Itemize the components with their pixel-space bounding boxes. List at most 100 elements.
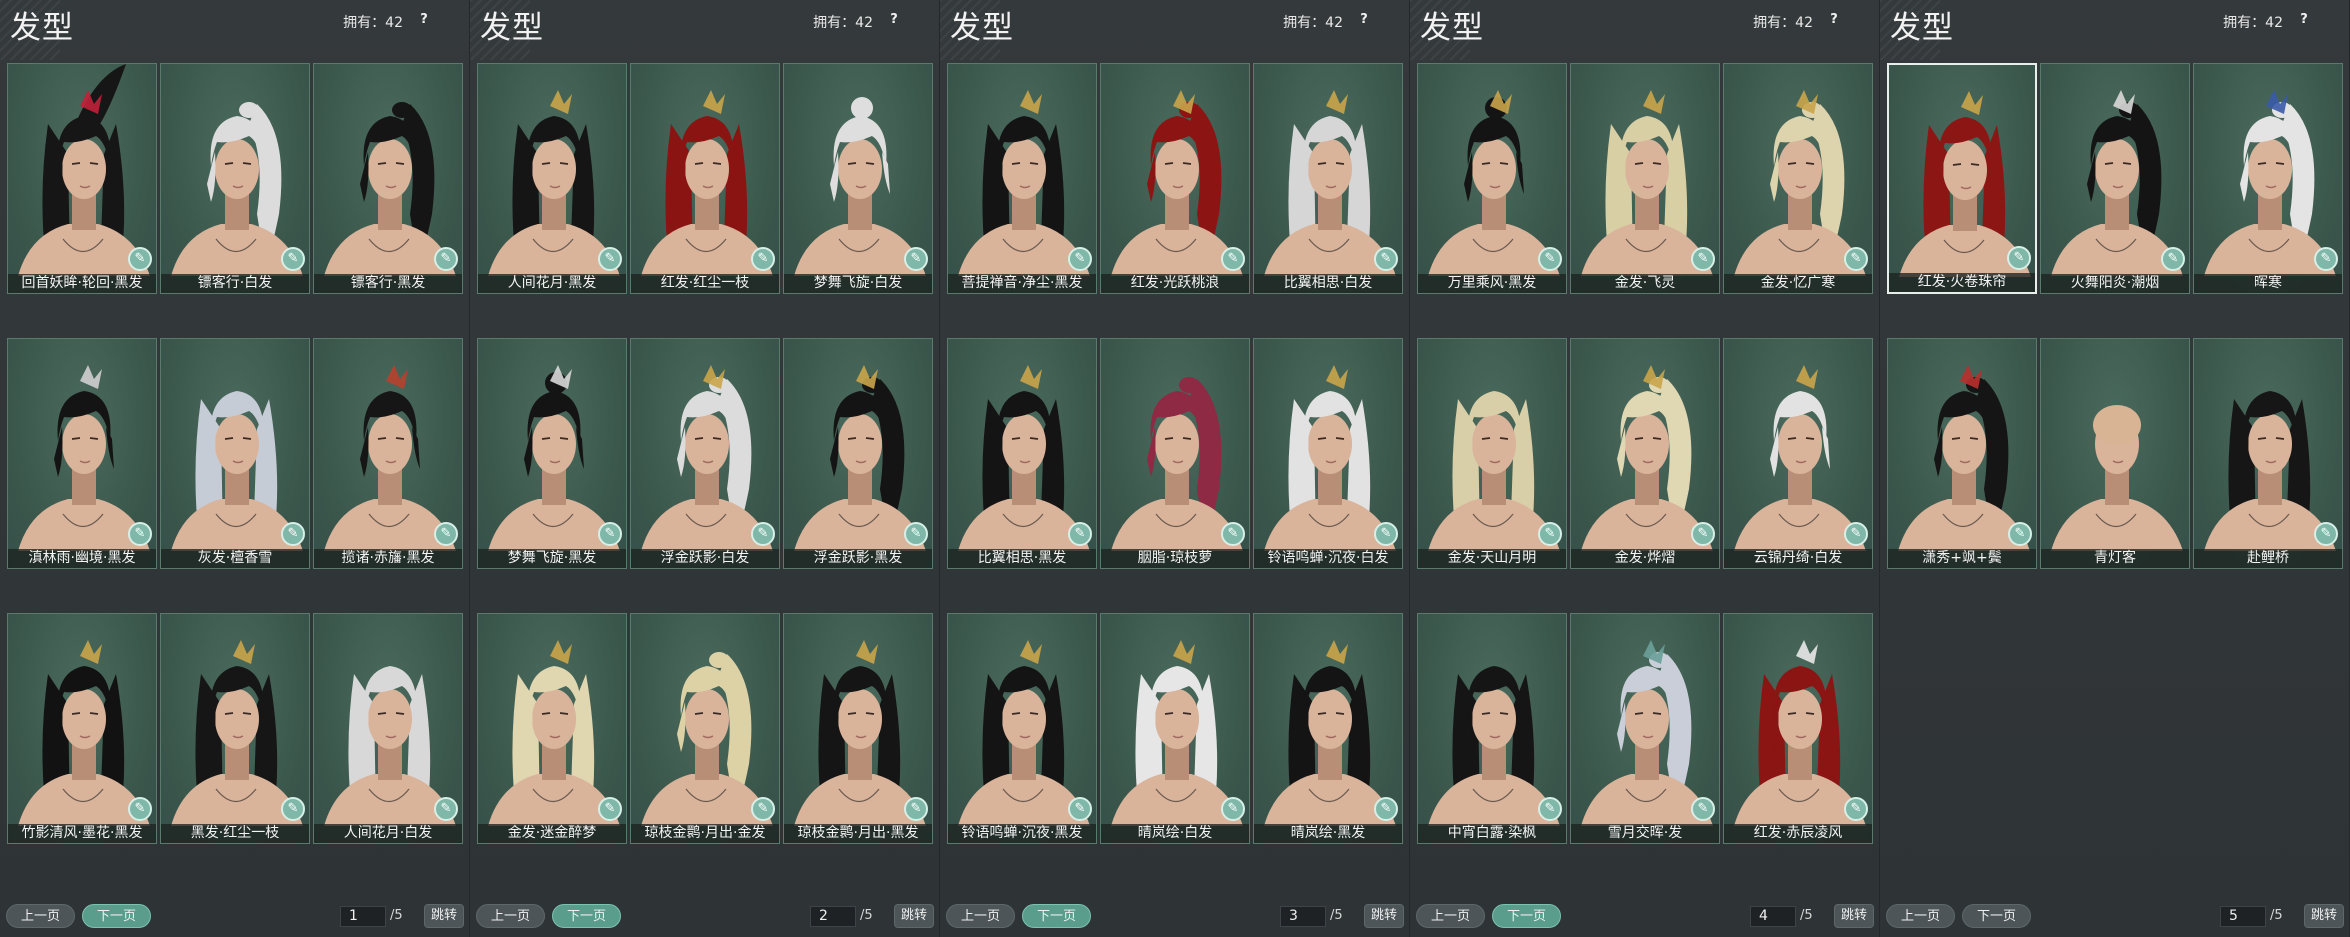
dye-brush-icon[interactable]: ✎ — [2314, 522, 2338, 546]
jump-button[interactable]: 跳转 — [1364, 904, 1404, 928]
dye-brush-icon[interactable]: ✎ — [598, 522, 622, 546]
next-page-button[interactable]: 下一页 — [1022, 904, 1091, 928]
hairstyle-card[interactable]: ✎ 滇林雨·幽境·黑发 — [7, 338, 157, 569]
hairstyle-card[interactable]: ✎ 浮金跃影·白发 — [630, 338, 780, 569]
next-page-button[interactable]: 下一页 — [552, 904, 621, 928]
hairstyle-card[interactable]: ✎ 比翼相思·黑发 — [947, 338, 1097, 569]
prev-page-button[interactable]: 上一页 — [476, 904, 545, 928]
dye-brush-icon[interactable]: ✎ — [1221, 247, 1245, 271]
dye-brush-icon[interactable]: ✎ — [904, 522, 928, 546]
help-icon[interactable]: ? — [415, 11, 433, 29]
hairstyle-card[interactable]: ✎ 灰发·檀香雪 — [160, 338, 310, 569]
hairstyle-card[interactable]: ✎ 红发·火卷珠帘 — [1887, 63, 2037, 294]
hairstyle-card[interactable]: ✎ 胭脂·琼枝萝 — [1100, 338, 1250, 569]
hairstyle-card[interactable]: ✎ 金发·烨熠 — [1570, 338, 1720, 569]
hairstyle-card[interactable]: ✎ 镖客行·白发 — [160, 63, 310, 294]
dye-brush-icon[interactable]: ✎ — [1374, 247, 1398, 271]
dye-brush-icon[interactable]: ✎ — [128, 797, 152, 821]
hairstyle-card[interactable]: ✎ 揽诸·赤旛·黑发 — [313, 338, 463, 569]
hairstyle-card[interactable]: ✎ 镖客行·黑发 — [313, 63, 463, 294]
help-icon[interactable]: ? — [1355, 11, 1373, 29]
dye-brush-icon[interactable]: ✎ — [1068, 522, 1092, 546]
jump-button[interactable]: 跳转 — [2304, 904, 2344, 928]
dye-brush-icon[interactable]: ✎ — [2007, 246, 2031, 270]
jump-button[interactable]: 跳转 — [1834, 904, 1874, 928]
page-number-input[interactable]: 3 — [1280, 906, 1326, 927]
help-icon[interactable]: ? — [1825, 11, 1843, 29]
prev-page-button[interactable]: 上一页 — [1886, 904, 1955, 928]
hairstyle-card[interactable]: ✎ 潇秀+飒+鬓 — [1887, 338, 2037, 569]
dye-brush-icon[interactable]: ✎ — [1221, 797, 1245, 821]
dye-brush-icon[interactable]: ✎ — [1538, 522, 1562, 546]
hairstyle-card[interactable]: ✎ 晴岚绘·黑发 — [1253, 613, 1403, 844]
dye-brush-icon[interactable]: ✎ — [1691, 247, 1715, 271]
dye-brush-icon[interactable]: ✎ — [281, 797, 305, 821]
help-icon[interactable]: ? — [885, 11, 903, 29]
hairstyle-card[interactable]: 青灯客 — [2040, 338, 2190, 569]
hairstyle-card[interactable]: ✎ 火舞阳炎·潮烟 — [2040, 63, 2190, 294]
page-number-input[interactable]: 2 — [810, 906, 856, 927]
hairstyle-card[interactable]: ✎ 金发·忆广寒 — [1723, 63, 1873, 294]
dye-brush-icon[interactable]: ✎ — [1691, 522, 1715, 546]
hairstyle-card[interactable]: ✎ 琼枝金鹮·月出·金发 — [630, 613, 780, 844]
dye-brush-icon[interactable]: ✎ — [434, 522, 458, 546]
dye-brush-icon[interactable]: ✎ — [1374, 797, 1398, 821]
hairstyle-card[interactable]: ✎ 梦舞飞旋·白发 — [783, 63, 933, 294]
jump-button[interactable]: 跳转 — [424, 904, 464, 928]
hairstyle-card[interactable]: ✎ 金发·迷金醉梦 — [477, 613, 627, 844]
dye-brush-icon[interactable]: ✎ — [281, 247, 305, 271]
dye-brush-icon[interactable]: ✎ — [904, 797, 928, 821]
dye-brush-icon[interactable]: ✎ — [1844, 797, 1868, 821]
dye-brush-icon[interactable]: ✎ — [2314, 247, 2338, 271]
hairstyle-card[interactable]: ✎ 雪月交晖·发 — [1570, 613, 1720, 844]
dye-brush-icon[interactable]: ✎ — [1844, 522, 1868, 546]
dye-brush-icon[interactable]: ✎ — [598, 247, 622, 271]
dye-brush-icon[interactable]: ✎ — [128, 247, 152, 271]
hairstyle-card[interactable]: ✎ 菩提禅音·净尘·黑发 — [947, 63, 1097, 294]
page-number-input[interactable]: 5 — [2220, 906, 2266, 927]
next-page-button[interactable]: 下一页 — [82, 904, 151, 928]
next-page-button[interactable]: 下一页 — [1962, 904, 2031, 928]
dye-brush-icon[interactable]: ✎ — [281, 522, 305, 546]
dye-brush-icon[interactable]: ✎ — [751, 797, 775, 821]
next-page-button[interactable]: 下一页 — [1492, 904, 1561, 928]
dye-brush-icon[interactable]: ✎ — [1691, 797, 1715, 821]
hairstyle-card[interactable]: ✎ 梦舞飞旋·黑发 — [477, 338, 627, 569]
jump-button[interactable]: 跳转 — [894, 904, 934, 928]
dye-brush-icon[interactable]: ✎ — [434, 247, 458, 271]
hairstyle-card[interactable]: ✎ 铃语鸣蝉·沉夜·白发 — [1253, 338, 1403, 569]
dye-brush-icon[interactable]: ✎ — [434, 797, 458, 821]
dye-brush-icon[interactable]: ✎ — [598, 797, 622, 821]
prev-page-button[interactable]: 上一页 — [1416, 904, 1485, 928]
hairstyle-card[interactable]: ✎ 铃语鸣蝉·沉夜·黑发 — [947, 613, 1097, 844]
dye-brush-icon[interactable]: ✎ — [2161, 247, 2185, 271]
hairstyle-card[interactable]: ✎ 云锦丹绮·白发 — [1723, 338, 1873, 569]
hairstyle-card[interactable]: ✎ 金发·飞灵 — [1570, 63, 1720, 294]
dye-brush-icon[interactable]: ✎ — [2008, 522, 2032, 546]
dye-brush-icon[interactable]: ✎ — [128, 522, 152, 546]
hairstyle-card[interactable]: ✎ 红发·光跃桃浪 — [1100, 63, 1250, 294]
hairstyle-card[interactable]: ✎ 竹影清风·墨花·黑发 — [7, 613, 157, 844]
hairstyle-card[interactable]: ✎ 比翼相思·白发 — [1253, 63, 1403, 294]
prev-page-button[interactable]: 上一页 — [946, 904, 1015, 928]
prev-page-button[interactable]: 上一页 — [6, 904, 75, 928]
dye-brush-icon[interactable]: ✎ — [751, 247, 775, 271]
dye-brush-icon[interactable]: ✎ — [1221, 522, 1245, 546]
hairstyle-card[interactable]: ✎ 红发·红尘一枝 — [630, 63, 780, 294]
dye-brush-icon[interactable]: ✎ — [1374, 522, 1398, 546]
help-icon[interactable]: ? — [2295, 11, 2313, 29]
hairstyle-card[interactable]: ✎ 中宵白露·染枫 — [1417, 613, 1567, 844]
hairstyle-card[interactable]: ✎ 人间花月·黑发 — [477, 63, 627, 294]
dye-brush-icon[interactable]: ✎ — [1844, 247, 1868, 271]
hairstyle-card[interactable]: ✎ 金发·天山月明 — [1417, 338, 1567, 569]
hairstyle-card[interactable]: ✎ 红发·赤辰凌风 — [1723, 613, 1873, 844]
hairstyle-card[interactable]: ✎ 琼枝金鹮·月出·黑发 — [783, 613, 933, 844]
hairstyle-card[interactable]: ✎ 回首妖眸·轮回·黑发 — [7, 63, 157, 294]
dye-brush-icon[interactable]: ✎ — [904, 247, 928, 271]
hairstyle-card[interactable]: ✎ 万里乘风·黑发 — [1417, 63, 1567, 294]
hairstyle-card[interactable]: ✎ 晴岚绘·白发 — [1100, 613, 1250, 844]
page-number-input[interactable]: 4 — [1750, 906, 1796, 927]
dye-brush-icon[interactable]: ✎ — [1538, 797, 1562, 821]
hairstyle-card[interactable]: ✎ 浮金跃影·黑发 — [783, 338, 933, 569]
dye-brush-icon[interactable]: ✎ — [751, 522, 775, 546]
